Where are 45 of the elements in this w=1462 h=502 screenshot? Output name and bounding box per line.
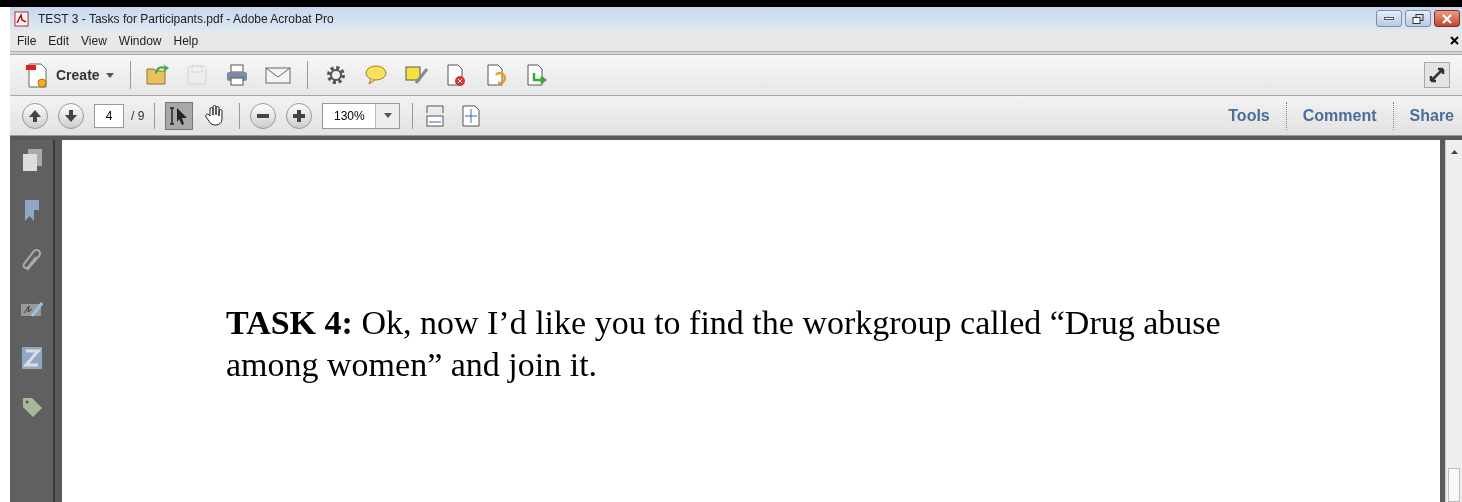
zoom-in-button[interactable]	[286, 102, 313, 129]
close-icon	[1441, 13, 1453, 24]
plus-icon	[292, 108, 307, 123]
menu-item[interactable]: Window	[113, 31, 167, 50]
menu-item[interactable]: View	[76, 31, 112, 50]
caret-icon	[105, 72, 114, 78]
restore-button[interactable]	[1405, 10, 1431, 27]
speech-bubble-icon[interactable]	[363, 63, 390, 87]
menu-item[interactable]: Help	[168, 31, 204, 50]
select-tool-button[interactable]	[165, 101, 194, 130]
pane-tab[interactable]: Comment	[1286, 103, 1393, 128]
next-page-button[interactable]	[58, 102, 84, 129]
layers-icon[interactable]	[20, 346, 43, 370]
task-paragraph: TASK 4: Ok, now I’d like you to find the workgroup called “Drug abuse among women” and join it.	[226, 303, 1222, 385]
window-title: TEST 3 - Tasks for Participants.pdf - Adobe Acrobat Pro	[38, 10, 334, 28]
scroll-up-icon[interactable]	[1450, 150, 1458, 154]
zoom-out-button[interactable]	[250, 102, 277, 129]
new-document-icon	[24, 61, 50, 89]
minimize-button[interactable]	[1376, 10, 1402, 27]
restore-icon	[1412, 13, 1424, 24]
menu-item[interactable]: File	[12, 31, 42, 50]
minimize-icon	[1384, 17, 1394, 20]
page-number-field[interactable]: 4	[94, 103, 124, 128]
full-screen-button[interactable]	[1424, 62, 1450, 88]
tag-icon[interactable]	[20, 396, 43, 418]
zoom-dropdown[interactable]: 130%	[322, 102, 401, 129]
caret-icon	[383, 113, 392, 118]
page-count: / 9	[131, 107, 145, 125]
bookmark-icon[interactable]	[22, 198, 41, 222]
pages-icon[interactable]	[20, 148, 43, 172]
pane-tab[interactable]: Share	[1393, 103, 1462, 128]
vertical-scrollbar[interactable]	[1445, 140, 1462, 502]
open-folder-icon[interactable]	[144, 63, 171, 87]
pane-tab[interactable]: Tools	[1212, 103, 1286, 128]
menu-item[interactable]: Edit	[43, 31, 75, 50]
up-arrow-icon	[28, 108, 42, 123]
close-button[interactable]	[1434, 10, 1460, 27]
pdf-file-icon	[14, 10, 30, 27]
create-button[interactable]: Create	[22, 61, 116, 89]
fit-width-icon[interactable]	[425, 104, 446, 127]
fit-page-icon[interactable]	[461, 104, 482, 127]
previous-page-button[interactable]	[22, 102, 48, 129]
down-arrow-icon	[64, 108, 78, 123]
close-icon[interactable]	[1450, 36, 1459, 45]
scrollbar-thumb[interactable]	[1448, 468, 1460, 502]
